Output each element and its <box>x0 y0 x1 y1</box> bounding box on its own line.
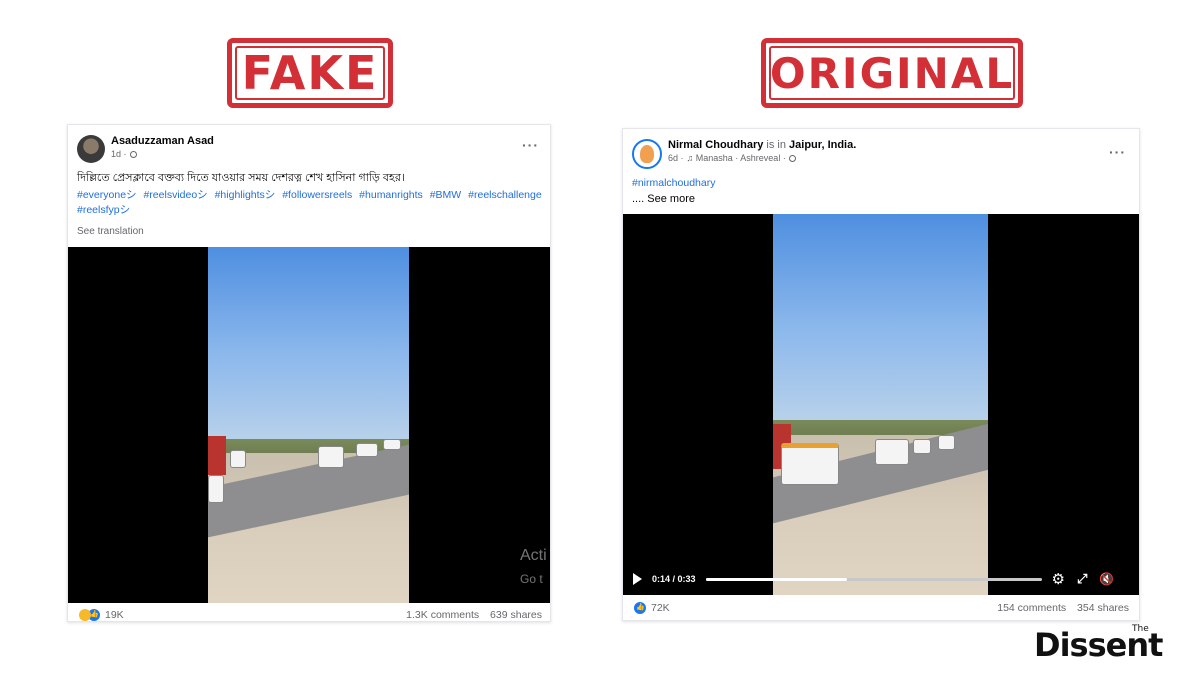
globe-icon <box>129 150 137 158</box>
fake-stamp: FAKE <box>227 38 393 108</box>
post-meta: 6d · ♫ Manasha · Ashreveal · <box>668 153 856 163</box>
watermark-text-2: Go t <box>520 572 543 586</box>
post-time[interactable]: 1d · <box>111 149 127 159</box>
the-dissent-logo: The Dissent <box>1034 624 1174 664</box>
post-header: Nirmal Choudhary is in Jaipur, India. 6d… <box>632 139 856 169</box>
avatar[interactable] <box>77 135 105 163</box>
hashtag[interactable]: #reelsfypシ <box>77 204 130 216</box>
fullscreen-icon[interactable]: ⤢ <box>1077 571 1087 587</box>
location-link[interactable]: Jaipur, India. <box>789 139 856 151</box>
original-label: ORIGINAL <box>769 48 1015 98</box>
avatar[interactable] <box>632 139 662 169</box>
hashtag[interactable]: #everyoneシ <box>77 189 137 201</box>
fake-post: Asaduzzaman Asad 1d · ··· দিল্লিতে প্রেস… <box>67 124 551 622</box>
engagement-stats: 154 comments 354 shares <box>989 602 1129 614</box>
hashtag[interactable]: #reelschallenge <box>468 189 542 201</box>
more-options-icon[interactable]: ··· <box>522 137 539 153</box>
comments-count[interactable]: 1.3K comments <box>406 609 479 621</box>
see-more-link[interactable]: .... See more <box>632 193 695 205</box>
progress-bar[interactable] <box>705 577 1042 581</box>
hashtag[interactable]: #reelsvideoシ <box>143 189 207 201</box>
fake-label: FAKE <box>241 46 379 100</box>
play-icon[interactable] <box>633 573 642 585</box>
video-controls: 0:14 / 0:33 ⚙ ⤢ 🔇 <box>633 570 1129 588</box>
progress-fill <box>705 577 847 581</box>
hashtag[interactable]: #BMW <box>430 189 462 201</box>
video-time: 0:14 / 0:33 <box>652 574 696 584</box>
post-caption: দিল্লিতে প্রেসক্লাবে বক্তব্য দিতে যাওয়া… <box>77 172 405 184</box>
comments-count[interactable]: 154 comments <box>997 602 1066 614</box>
author-name[interactable]: Nirmal Choudhary <box>668 139 763 151</box>
post-time[interactable]: 6d · <box>668 153 684 163</box>
shares-count[interactable]: 354 shares <box>1077 602 1129 614</box>
logo-word: Dissent <box>1034 626 1163 664</box>
video-frame <box>208 247 409 603</box>
video-player[interactable]: Acti Go t <box>68 247 550 603</box>
original-stamp: ORIGINAL <box>761 38 1023 108</box>
is-in-text: is in <box>766 139 786 151</box>
more-options-icon[interactable]: ··· <box>1109 144 1126 160</box>
author-name[interactable]: Asaduzzaman Asad <box>111 135 214 147</box>
reactions-summary[interactable]: 72K <box>634 602 670 614</box>
engagement-stats: 1.3K comments 639 shares <box>398 609 542 621</box>
globe-icon <box>788 154 796 162</box>
hashtag[interactable]: #followersreels <box>282 189 352 201</box>
see-translation-link[interactable]: See translation <box>77 226 144 237</box>
audio-attribution[interactable]: ♫ Manasha · Ashreveal · <box>687 153 786 163</box>
video-frame <box>773 214 988 595</box>
haha-icon <box>79 609 91 621</box>
reactions-count: 19K <box>105 609 124 621</box>
hashtag[interactable]: #humanrights <box>359 189 423 201</box>
reactions-summary[interactable]: 19K <box>79 609 124 621</box>
watermark-text: Acti <box>520 547 547 564</box>
hashtag-list: #nirmalchoudhary <box>632 176 719 191</box>
hashtag[interactable]: #highlightsシ <box>215 189 276 201</box>
gear-icon[interactable]: ⚙ <box>1052 570 1065 588</box>
shares-count[interactable]: 639 shares <box>490 609 542 621</box>
post-header: Asaduzzaman Asad 1d · <box>77 135 214 163</box>
like-icon <box>634 602 646 614</box>
mute-icon[interactable]: 🔇 <box>1099 572 1114 586</box>
hashtag[interactable]: #nirmalchoudhary <box>632 177 715 189</box>
original-post: Nirmal Choudhary is in Jaipur, India. 6d… <box>622 128 1140 621</box>
video-player[interactable]: 0:14 / 0:33 ⚙ ⤢ 🔇 <box>623 214 1139 595</box>
hashtag-list: #everyoneシ #reelsvideoシ #highlightsシ #fo… <box>77 188 547 218</box>
post-meta: 1d · <box>111 149 214 159</box>
author-line: Nirmal Choudhary is in Jaipur, India. <box>668 139 856 151</box>
reactions-count: 72K <box>651 602 670 614</box>
